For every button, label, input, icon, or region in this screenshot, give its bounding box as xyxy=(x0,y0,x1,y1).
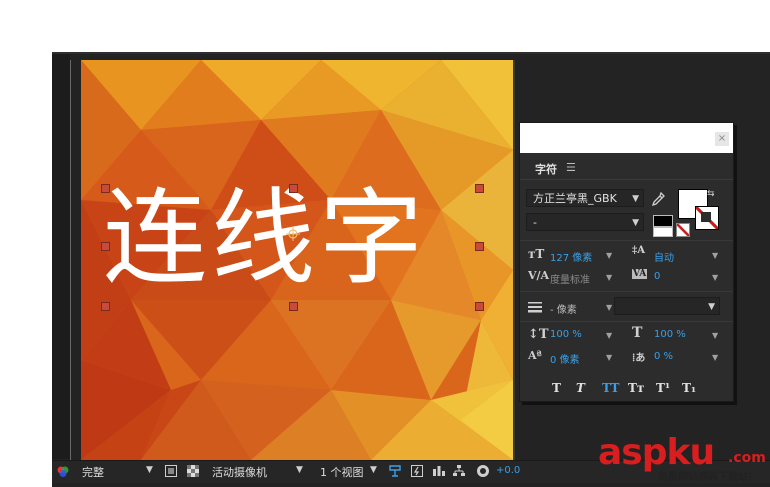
transform-handle-bottom-left[interactable] xyxy=(101,302,110,311)
chevron-down-icon: ▼ xyxy=(632,194,639,204)
leading-value[interactable]: 自动 xyxy=(654,249,674,264)
canvas-edge xyxy=(513,60,515,460)
chevron-down-icon: ▼ xyxy=(632,218,639,228)
stroke-width-value[interactable]: - 像素 xyxy=(550,301,577,316)
font-family-value: 方正兰亭黑_GBK xyxy=(533,192,617,205)
chevron-down-icon[interactable]: ▼ xyxy=(606,303,612,312)
left-rail xyxy=(52,54,70,459)
font-style-value: - xyxy=(533,216,537,229)
watermark-com: .com xyxy=(728,450,766,466)
exposure-reset-icon[interactable] xyxy=(476,464,490,478)
baseline-shift-value[interactable]: 0 像素 xyxy=(550,351,580,366)
viewer-top-border xyxy=(52,52,770,54)
divider xyxy=(520,321,733,322)
chevron-down-icon[interactable]: ▼ xyxy=(296,465,303,475)
font-size-icon[interactable]: ᴛT xyxy=(528,247,544,261)
transform-handle-top-left[interactable] xyxy=(101,184,110,193)
watermark-tagline: 免费网站源码下载站! xyxy=(658,472,753,483)
stroke-width-icon[interactable] xyxy=(528,301,542,313)
tab-divider xyxy=(520,179,733,180)
chevron-down-icon[interactable]: ▼ xyxy=(712,331,718,340)
tracking-icon[interactable]: VA xyxy=(632,269,648,279)
chevron-down-icon[interactable]: ▼ xyxy=(370,465,377,475)
toggle-pixel-aspect-icon[interactable] xyxy=(388,464,402,478)
character-panel: × 字符 ☰ 方正兰亭黑_GBK ▼ - ▼ ⇆ ᴛT 127 像素 ▼ ‡A … xyxy=(519,122,734,402)
chevron-down-icon[interactable]: ▼ xyxy=(712,273,718,282)
all-caps-button[interactable]: TT xyxy=(602,381,619,395)
fast-previews-icon[interactable] xyxy=(410,464,424,478)
panel-titlebar[interactable]: × xyxy=(520,123,733,153)
divider xyxy=(520,291,733,292)
set-to-white-swatch[interactable] xyxy=(653,227,673,237)
transparency-grid-icon[interactable] xyxy=(186,464,200,478)
timeline-icon[interactable] xyxy=(432,464,446,478)
watermark: aspku .com 免费网站源码下载站! xyxy=(598,432,770,487)
region-of-interest-icon[interactable] xyxy=(164,464,178,478)
stroke-order-select[interactable]: ▼ xyxy=(614,297,720,315)
chevron-down-icon[interactable]: ▼ xyxy=(712,353,718,362)
tsume-value[interactable]: 0 % xyxy=(654,351,673,362)
subscript-button[interactable]: T₁ xyxy=(682,381,696,395)
faux-bold-button[interactable]: T xyxy=(552,381,561,395)
composition-canvas[interactable]: 连线字 xyxy=(81,60,513,460)
transform-handle-top-right[interactable] xyxy=(475,184,484,193)
kerning-icon[interactable]: V/A xyxy=(528,269,549,282)
flowchart-icon[interactable] xyxy=(452,464,466,478)
small-caps-button[interactable]: Tт xyxy=(628,381,644,395)
vertical-scale-value[interactable]: 100 % xyxy=(550,329,582,340)
leading-icon[interactable]: ‡A xyxy=(632,245,645,256)
faux-italic-button[interactable]: T xyxy=(576,381,585,395)
composition-viewer: 连线字 × 字符 ☰ 方正兰亭黑_GBK ▼ - ▼ ⇆ ᴛT 127 像素 ▼… xyxy=(52,52,770,487)
chevron-down-icon[interactable]: ▼ xyxy=(712,251,718,260)
close-icon[interactable]: × xyxy=(715,132,729,146)
transform-handle-middle-right[interactable] xyxy=(475,242,484,251)
horizontal-scale-icon[interactable]: T xyxy=(632,325,642,341)
anchor-point-icon[interactable] xyxy=(286,227,300,241)
panel-menu-icon[interactable]: ☰ xyxy=(566,161,576,174)
watermark-ku: ku xyxy=(666,432,716,473)
eyedropper-icon[interactable] xyxy=(650,191,666,207)
chevron-down-icon[interactable]: ▼ xyxy=(606,353,612,362)
chevron-down-icon[interactable]: ▼ xyxy=(606,331,612,340)
chevron-down-icon[interactable]: ▼ xyxy=(146,465,153,475)
chevron-down-icon[interactable]: ▼ xyxy=(606,251,612,260)
set-to-black-swatch[interactable] xyxy=(653,215,673,227)
font-style-select[interactable]: - ▼ xyxy=(526,213,644,231)
no-fill-swatch[interactable] xyxy=(676,223,690,237)
watermark-logo: aspku xyxy=(598,432,716,473)
view-layout-select[interactable]: 1 个视图 xyxy=(320,464,364,480)
transform-handle-top-center[interactable] xyxy=(289,184,298,193)
baseline-shift-icon[interactable]: Aª xyxy=(528,349,542,362)
divider xyxy=(520,240,733,241)
swap-colors-icon[interactable]: ⇆ xyxy=(707,189,715,199)
camera-select[interactable]: 活动摄像机 xyxy=(212,464,267,480)
horizontal-scale-value[interactable]: 100 % xyxy=(654,329,686,340)
chevron-down-icon[interactable]: ▼ xyxy=(606,273,612,282)
tsume-icon[interactable]: ⁞あ xyxy=(632,349,645,364)
tab-character[interactable]: 字符 xyxy=(535,161,557,177)
guide-line-left xyxy=(70,60,71,460)
watermark-asp: asp xyxy=(598,432,667,473)
tracking-value[interactable]: 0 xyxy=(654,271,660,282)
transform-handle-bottom-center[interactable] xyxy=(289,302,298,311)
text-layer-headline[interactable]: 连线字 xyxy=(103,178,513,298)
color-channels-icon[interactable] xyxy=(56,464,70,478)
kerning-value[interactable]: 度量标准 xyxy=(550,271,590,286)
transform-handle-middle-left[interactable] xyxy=(101,242,110,251)
transform-handle-bottom-right[interactable] xyxy=(475,302,484,311)
chevron-down-icon: ▼ xyxy=(708,302,715,312)
resolution-select[interactable]: 完整 xyxy=(82,464,104,480)
font-family-select[interactable]: 方正兰亭黑_GBK ▼ xyxy=(526,189,644,207)
stroke-swatch-inner xyxy=(701,212,711,222)
vertical-scale-icon[interactable]: ↕T xyxy=(528,327,549,342)
exposure-value[interactable]: +0.0 xyxy=(496,465,520,476)
font-size-value[interactable]: 127 像素 xyxy=(550,249,592,264)
superscript-button[interactable]: T¹ xyxy=(656,381,670,395)
